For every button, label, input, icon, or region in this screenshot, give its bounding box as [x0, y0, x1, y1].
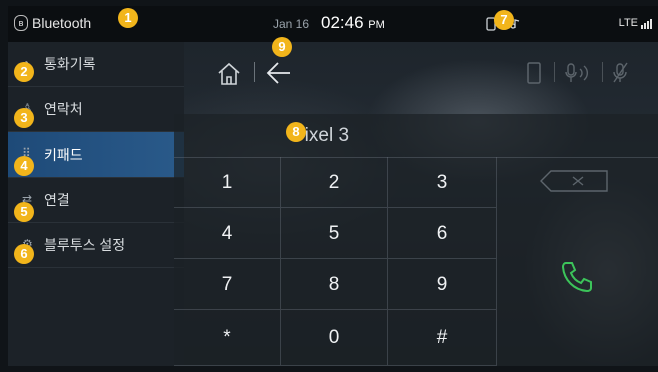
phone-icon[interactable]	[524, 61, 544, 85]
key-hash[interactable]: #	[388, 310, 497, 366]
header-divider	[602, 62, 603, 82]
header-divider	[554, 62, 555, 82]
status-ampm: PM	[368, 19, 385, 31]
key-star[interactable]: *	[174, 310, 281, 366]
network-status: LTE	[619, 17, 652, 29]
annotation-badge-3: 3	[14, 108, 34, 128]
key-8[interactable]: 8	[281, 259, 388, 310]
back-arrow-icon[interactable]	[264, 58, 294, 88]
sidebar-item-label: 블루투스 설정	[44, 237, 126, 253]
key-4[interactable]: 4	[174, 208, 281, 259]
backspace-icon[interactable]	[537, 167, 617, 195]
bluetooth-label: Bluetooth	[32, 15, 92, 31]
mute-icon[interactable]	[610, 61, 630, 85]
action-column	[497, 157, 658, 366]
status-bar: ʙ Bluetooth Jan 16 02:46 PM LTE	[8, 6, 658, 42]
key-1[interactable]: 1	[174, 157, 281, 208]
status-time: 02:46 PM	[321, 13, 385, 33]
app-frame: ʙ Bluetooth Jan 16 02:46 PM LTE ◔ 통화기록 ♙…	[8, 6, 658, 366]
key-5[interactable]: 5	[281, 208, 388, 259]
annotation-badge-6: 6	[14, 244, 34, 264]
network-label: LTE	[618, 17, 638, 29]
annotation-badge-2: 2	[14, 62, 34, 82]
device-name-bar: Pixel 3	[174, 114, 658, 158]
sidebar-item-connection[interactable]: ⇄ 연결	[8, 178, 184, 223]
key-9[interactable]: 9	[388, 259, 497, 310]
call-icon[interactable]	[557, 257, 597, 297]
sidebar-item-bluetooth-settings[interactable]: ⚙ 블루투스 설정	[8, 223, 184, 268]
key-7[interactable]: 7	[174, 259, 281, 310]
status-time-value: 02:46	[321, 13, 364, 32]
sidebar-item-label: 연락처	[44, 101, 83, 117]
key-2[interactable]: 2	[281, 157, 388, 208]
annotation-badge-7: 7	[494, 10, 514, 30]
sidebar: ◔ 통화기록 ♙ 연락처 ⠿ 키패드 ⇄ 연결 ⚙ 블루투스 설정	[8, 42, 184, 366]
bluetooth-status: ʙ Bluetooth	[14, 15, 91, 31]
voice-icon[interactable]	[564, 61, 594, 85]
sidebar-item-keypad[interactable]: ⠿ 키패드	[8, 132, 184, 178]
annotation-badge-9: 9	[272, 37, 292, 57]
annotation-badge-1: 1	[118, 8, 138, 28]
sidebar-item-call-history[interactable]: ◔ 통화기록	[8, 42, 184, 87]
key-3[interactable]: 3	[388, 157, 497, 208]
key-6[interactable]: 6	[388, 208, 497, 259]
keypad-panel: Pixel 3 1 2 3 4 5 6 7 8 9 * 0 #	[174, 114, 658, 366]
annotation-badge-4: 4	[14, 156, 34, 176]
bluetooth-icon: ʙ	[14, 15, 28, 31]
sidebar-item-label: 키패드	[44, 146, 83, 163]
annotation-badge-5: 5	[14, 202, 34, 222]
home-icon[interactable]	[216, 61, 242, 87]
status-date: Jan 16	[273, 17, 310, 31]
sidebar-item-label: 연결	[44, 192, 70, 208]
signal-icon	[640, 17, 652, 29]
sidebar-item-label: 통화기록	[44, 56, 96, 72]
key-0[interactable]: 0	[281, 310, 388, 366]
annotation-badge-8: 8	[286, 122, 306, 142]
header-divider	[254, 62, 255, 82]
sidebar-item-contacts[interactable]: ♙ 연락처	[8, 87, 184, 132]
